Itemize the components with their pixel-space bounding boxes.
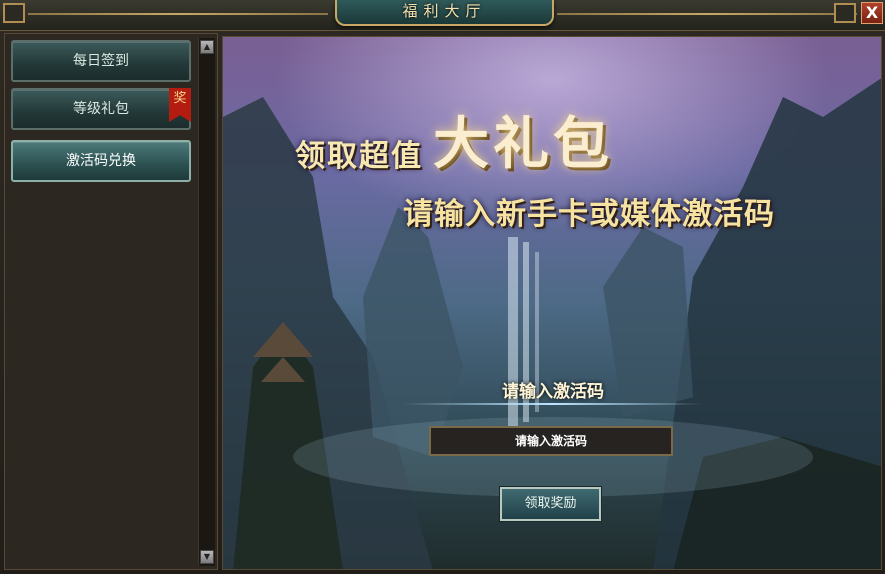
activation-banner: 领取超值 大礼包 请输入新手卡或媒体激活码 请输入激活码 领取奖励 — [222, 36, 882, 570]
left-corner-ornament — [3, 3, 25, 23]
tab-label: 每日签到 — [73, 53, 129, 69]
tab-label: 等级礼包 — [73, 101, 129, 117]
tab-daily-checkin[interactable]: 每日签到 — [11, 40, 191, 82]
sidebar: 每日签到 等级礼包 奖 激活码兑换 ▲ ▼ — [4, 33, 218, 570]
headline-main: 大礼包 — [433, 112, 613, 177]
reward-badge: 奖 — [169, 88, 191, 122]
label-divider — [403, 403, 703, 405]
sidebar-scrollbar[interactable]: ▲ ▼ — [198, 38, 215, 566]
window-title: 福利大厅 — [402, 2, 487, 20]
subheadline: 请输入新手卡或媒体激活码 — [403, 197, 775, 232]
window-title-plate: 福利大厅 — [335, 0, 554, 26]
close-icon: X — [865, 3, 879, 22]
welfare-hall-window: 福利大厅 X 每日签到 等级礼包 奖 激活码兑换 ▲ ▼ 领取超值 大礼包 请输… — [0, 0, 885, 574]
activation-code-input[interactable] — [429, 426, 673, 456]
tab-level-gift[interactable]: 等级礼包 奖 — [11, 88, 191, 130]
headline-prefix: 领取超值 — [295, 139, 423, 174]
arrow-down-icon: ▼ — [203, 552, 211, 561]
tab-label: 激活码兑换 — [66, 153, 136, 169]
title-bar-line-right — [557, 13, 857, 15]
code-input-label: 请输入激活码 — [502, 382, 604, 402]
right-corner-ornament — [834, 3, 856, 23]
scroll-up-button[interactable]: ▲ — [200, 40, 214, 54]
title-bar: 福利大厅 X — [0, 0, 885, 31]
scroll-down-button[interactable]: ▼ — [200, 550, 214, 564]
claim-reward-button[interactable]: 领取奖励 — [500, 487, 601, 521]
arrow-up-icon: ▲ — [203, 42, 211, 51]
tab-activation-code[interactable]: 激活码兑换 — [11, 140, 191, 182]
close-button[interactable]: X — [861, 2, 883, 24]
title-bar-line-left — [28, 13, 328, 15]
